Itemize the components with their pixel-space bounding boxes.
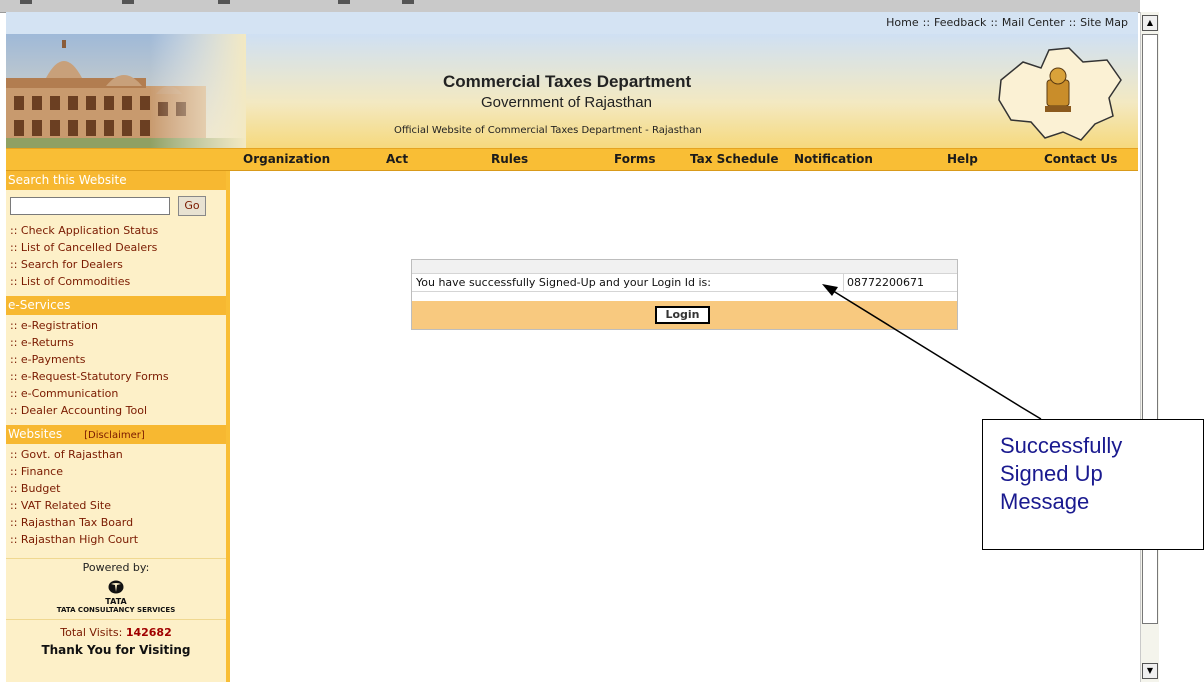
websites-heading: Websites [Disclaimer]	[6, 425, 226, 444]
disclaimer-link[interactable]: [Disclaimer]	[84, 430, 145, 441]
search-heading: Search this Website	[6, 171, 226, 190]
right-margin	[1159, 0, 1204, 682]
left-sidebar: Search this Website Go :: Check Applicat…	[6, 171, 230, 682]
tcs-wordmark: TATA CONSULTANCY SERVICES	[56, 606, 176, 614]
mail-center-link[interactable]: Mail Center	[1002, 16, 1065, 29]
login-id-value: 08772200671	[843, 274, 957, 291]
callout-line: Successfully	[1000, 433, 1123, 458]
home-link[interactable]: Home	[886, 16, 918, 29]
login-row: Login	[412, 301, 957, 329]
nav-act[interactable]: Act	[386, 149, 408, 170]
nav-organization[interactable]: Organization	[243, 149, 330, 170]
department-title: Commercial Taxes Department	[443, 72, 692, 91]
signup-success-text: You have successfully Signed-Up and your…	[416, 276, 711, 289]
main-navigation: Organization Act Rules Forms Tax Schedul…	[6, 148, 1138, 171]
link-e-returns[interactable]: :: e-Returns	[10, 334, 226, 351]
link-e-registration[interactable]: :: e-Registration	[10, 317, 226, 334]
powered-by-label: Powered by:	[82, 561, 150, 574]
eservices-list: :: e-Registration :: e-Returns :: e-Paym…	[6, 315, 226, 425]
link-e-payments[interactable]: :: e-Payments	[10, 351, 226, 368]
visits-label: Total Visits:	[60, 626, 123, 639]
top-link-separator: ::	[990, 16, 998, 29]
top-link-separator: ::	[922, 16, 931, 29]
link-vat-related-site[interactable]: :: VAT Related Site	[10, 497, 226, 514]
top-link-separator: ::	[1068, 16, 1077, 29]
link-rajasthan-tax-board[interactable]: :: Rajasthan Tax Board	[10, 514, 226, 531]
link-finance[interactable]: :: Finance	[10, 463, 226, 480]
nav-notification[interactable]: Notification	[794, 149, 873, 170]
scroll-up-icon[interactable]: ▲	[1142, 15, 1158, 31]
annotation-callout: Successfully Signed Up Message	[982, 419, 1204, 550]
strip-tab	[338, 0, 350, 4]
nav-help[interactable]: Help	[947, 149, 978, 170]
site-map-link[interactable]: Site Map	[1080, 16, 1128, 29]
nav-tax-schedule[interactable]: Tax Schedule	[690, 149, 778, 170]
tata-wordmark: TATA	[105, 597, 127, 606]
website-tagline: Official Website of Commercial Taxes Dep…	[394, 125, 702, 136]
link-cancelled-dealers[interactable]: :: List of Cancelled Dealers	[10, 239, 226, 256]
link-e-communication[interactable]: :: e-Communication	[10, 385, 226, 402]
thank-you-message: Thank You for Visiting	[41, 643, 191, 657]
state-emblem-icon	[998, 47, 1122, 141]
nav-rules[interactable]: Rules	[491, 149, 528, 170]
nav-forms[interactable]: Forms	[614, 149, 656, 170]
building-image	[6, 34, 246, 148]
signup-success-box: You have successfully Signed-Up and your…	[411, 259, 958, 330]
message-header-row	[412, 260, 957, 274]
search-row: Go	[6, 190, 226, 220]
tcs-logo: TATA TATA CONSULTANCY SERVICES	[6, 580, 226, 615]
top-links-bar: Home:: Feedback:: Mail Center:: Site Map	[6, 12, 1138, 34]
scroll-down-icon[interactable]: ▼	[1142, 663, 1158, 679]
link-search-dealers[interactable]: :: Search for Dealers	[10, 256, 226, 273]
link-e-request-statutory-forms[interactable]: :: e-Request-Statutory Forms	[10, 368, 226, 385]
strip-tab	[122, 0, 134, 4]
sidebar-divider	[6, 619, 226, 620]
quick-links-list: :: Check Application Status :: List of C…	[6, 220, 226, 296]
tata-logo-icon	[108, 580, 124, 594]
strip-tab	[20, 0, 32, 4]
link-rajasthan-high-court[interactable]: :: Rajasthan High Court	[10, 531, 226, 548]
feedback-link[interactable]: Feedback	[934, 16, 986, 29]
eservices-heading: e-Services	[6, 296, 226, 315]
search-go-button[interactable]: Go	[178, 196, 206, 216]
web-page: Home::Feedback::Mail Center::Site Map	[6, 12, 1138, 682]
link-govt-rajasthan[interactable]: :: Govt. of Rajasthan	[10, 446, 226, 463]
visits-count: 142682	[125, 626, 172, 639]
vertical-scrollbar[interactable]: ▲ ▼	[1140, 12, 1159, 682]
link-check-application-status[interactable]: :: Check Application Status	[10, 222, 226, 239]
header-banner: Commercial Taxes Department Government o…	[6, 34, 1138, 148]
link-dealer-accounting-tool[interactable]: :: Dealer Accounting Tool	[10, 402, 226, 419]
government-subtitle: Government of Rajasthan	[481, 94, 652, 111]
strip-tab	[218, 0, 230, 4]
total-visits: Total Visits: 142682	[6, 626, 226, 639]
site-search-input[interactable]	[10, 197, 170, 215]
websites-heading-label: Websites	[8, 427, 63, 441]
link-budget[interactable]: :: Budget	[10, 480, 226, 497]
callout-line: Signed Up	[1000, 461, 1103, 486]
link-list-commodities[interactable]: :: List of Commodities	[10, 273, 226, 290]
message-row: You have successfully Signed-Up and your…	[412, 274, 957, 292]
nav-contact-us[interactable]: Contact Us	[1044, 149, 1117, 170]
websites-list: :: Govt. of Rajasthan :: Finance :: Budg…	[6, 444, 226, 554]
strip-tab	[402, 0, 414, 4]
login-button[interactable]: Login	[655, 306, 710, 324]
callout-line: Message	[1000, 489, 1090, 514]
